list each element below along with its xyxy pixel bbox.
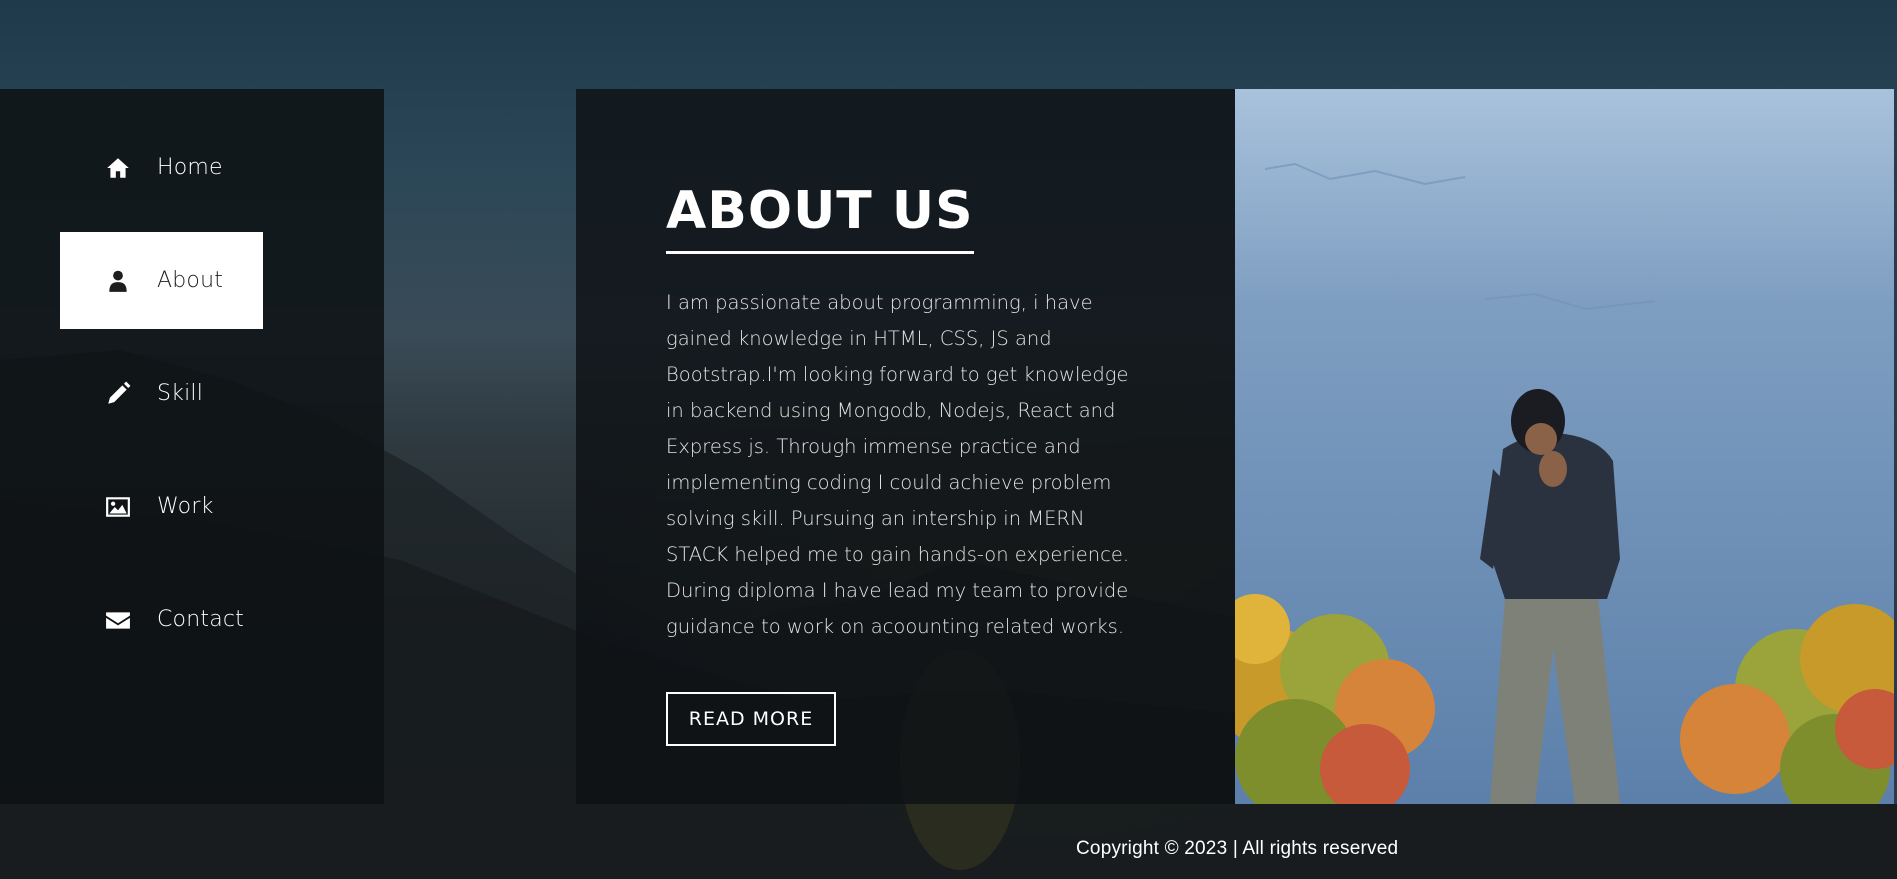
about-description: I am passionate about programming, i hav… [666,291,1130,638]
nav-item-skill[interactable]: Skill [60,345,263,442]
nav-item-about[interactable]: About [60,232,263,329]
read-more-button[interactable]: READ MORE [666,692,836,746]
nav-label-work: Work [157,494,214,519]
page-title: ABOUT US [666,179,974,254]
user-icon [104,267,132,295]
nav-label-skill: Skill [157,381,204,406]
home-icon [104,154,132,182]
nav-label-home: Home [157,155,223,180]
nav-label-contact: Contact [157,607,244,632]
sidebar-nav: Home About Skill Work Contact [0,89,384,804]
nav-label-about: About [157,268,224,293]
nav-item-contact[interactable]: Contact [60,571,263,668]
nav-item-work[interactable]: Work [60,458,263,555]
footer-copyright: Copyright © 2023 | All rights reserved [1076,838,1399,859]
pencil-icon [104,380,132,408]
image-icon [104,493,132,521]
nav-item-home[interactable]: Home [60,119,263,216]
envelope-icon [104,606,132,634]
about-photo [1235,89,1894,804]
about-section: ABOUT US I am passionate about programmi… [576,89,1235,804]
